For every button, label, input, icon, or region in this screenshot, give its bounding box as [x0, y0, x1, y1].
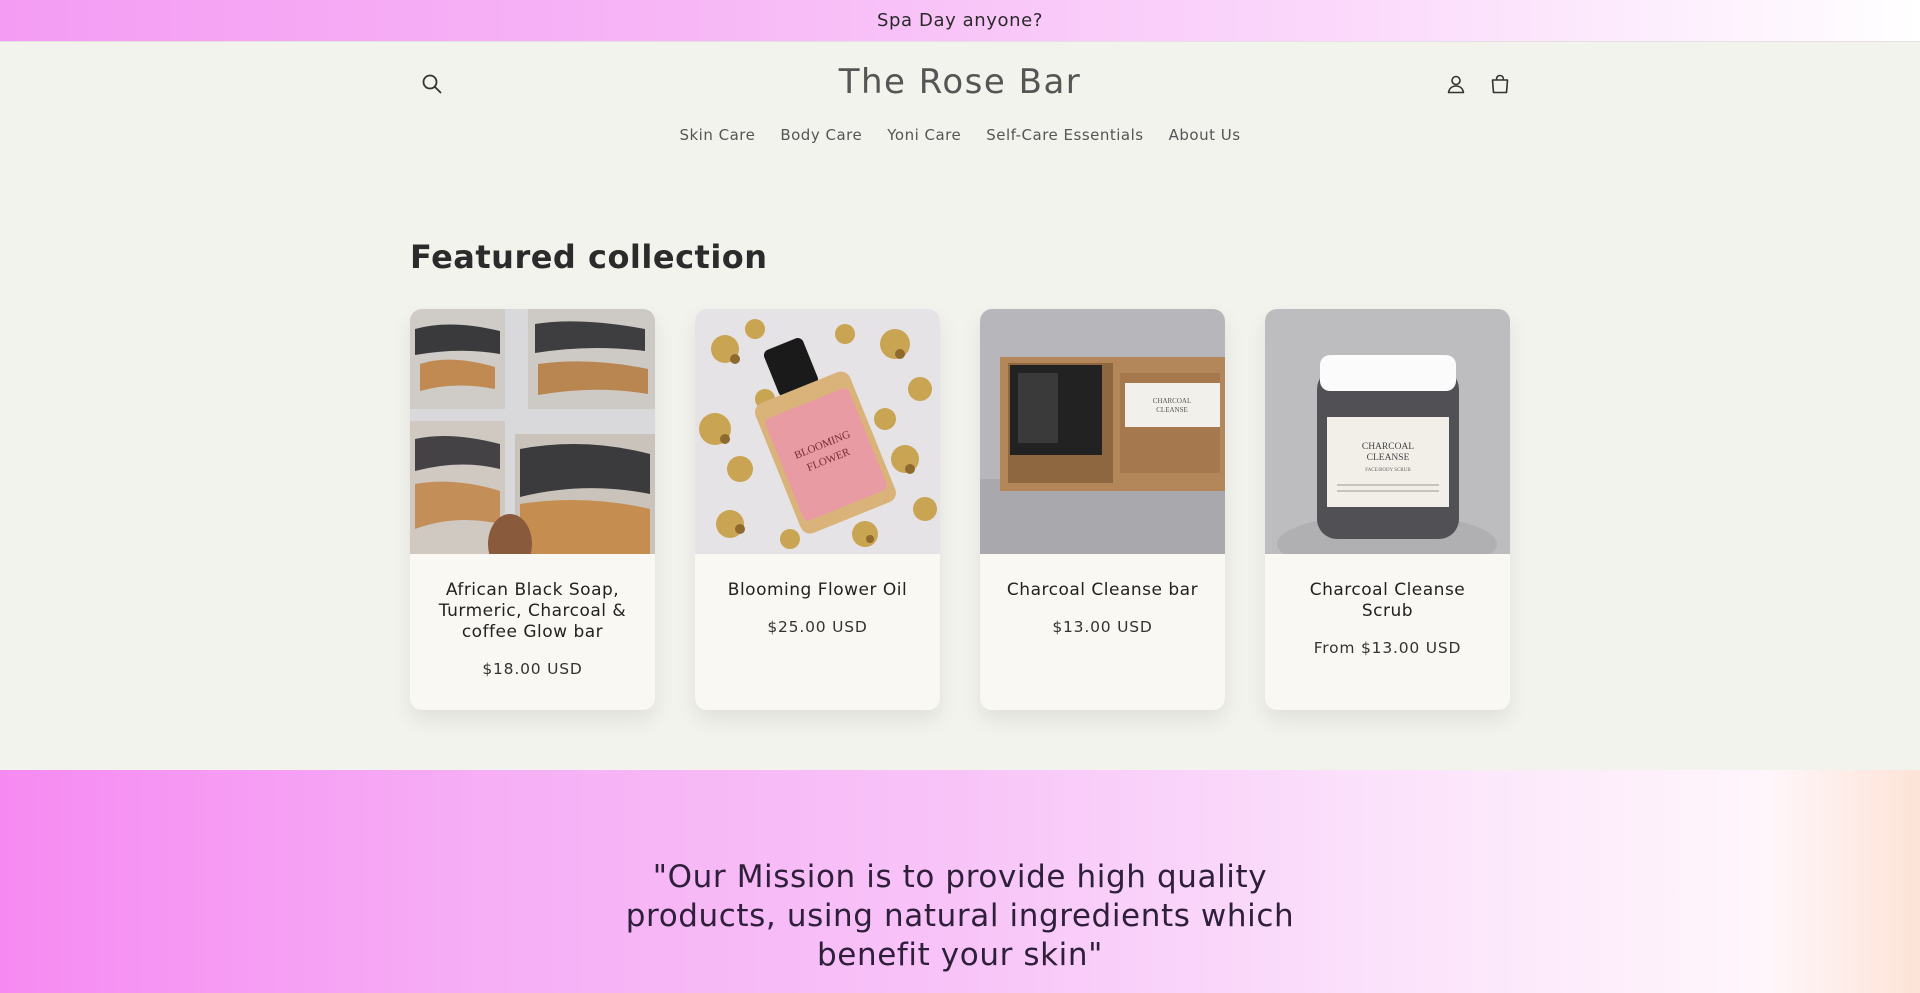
product-title[interactable]: Blooming Flower Oil: [713, 580, 922, 601]
nav-item-body-care[interactable]: Body Care: [780, 124, 862, 146]
product-price: $25.00 USD: [767, 618, 868, 636]
nav-item-yoni-care[interactable]: Yoni Care: [887, 124, 961, 146]
product-image[interactable]: CHARCOAL CLEANSE FACE/BODY SCRUB: [1265, 309, 1510, 554]
product-image[interactable]: CHARCOAL CLEANSE: [980, 309, 1225, 554]
product-image[interactable]: BLOOMING FLOWER: [695, 309, 940, 554]
svg-text:CHARCOAL: CHARCOAL: [1362, 442, 1414, 452]
product-image[interactable]: [410, 309, 655, 554]
product-title[interactable]: Charcoal Cleanse bar: [998, 580, 1207, 601]
svg-text:FACE/BODY SCRUB: FACE/BODY SCRUB: [1365, 468, 1411, 473]
site-logo[interactable]: The Rose Bar: [0, 62, 1920, 102]
cart-icon: [1491, 74, 1509, 94]
product-card[interactable]: BLOOMING FLOWER Blooming Flower Oil $25.…: [695, 309, 940, 710]
product-title[interactable]: African Black Soap, Turmeric, Charcoal &…: [428, 580, 637, 643]
nav-item-self-care-essentials[interactable]: Self-Care Essentials: [986, 124, 1143, 146]
product-price: From $13.00 USD: [1313, 639, 1462, 657]
product-title[interactable]: Charcoal Cleanse Scrub: [1283, 580, 1492, 622]
product-card[interactable]: African Black Soap, Turmeric, Charcoal &…: [410, 309, 655, 710]
user-icon: [1447, 75, 1465, 94]
svg-text:CLEANSE: CLEANSE: [1367, 453, 1410, 463]
nav-item-skin-care[interactable]: Skin Care: [679, 124, 755, 146]
section-title: Featured collection: [410, 238, 768, 276]
mission-banner: "Our Mission is to provide high quality …: [0, 770, 1920, 993]
announcement-bar: Spa Day anyone?: [0, 0, 1920, 42]
announcement-text: Spa Day anyone?: [876, 10, 1043, 31]
mission-statement: "Our Mission is to provide high quality …: [625, 859, 1295, 973]
cart-button[interactable]: [1486, 70, 1514, 98]
svg-text:CHARCOAL: CHARCOAL: [1153, 397, 1192, 405]
account-button[interactable]: [1442, 70, 1470, 98]
nav-item-about-us[interactable]: About Us: [1169, 124, 1241, 146]
product-price: $13.00 USD: [1052, 618, 1153, 636]
product-price: $18.00 USD: [482, 660, 583, 678]
product-card[interactable]: CHARCOAL CLEANSE Charcoal Cleanse bar $1…: [980, 309, 1225, 710]
main-nav: Skin Care Body Care Yoni Care Self-Care …: [0, 124, 1920, 146]
product-card[interactable]: CHARCOAL CLEANSE FACE/BODY SCRUB Charcoa…: [1265, 309, 1510, 710]
site-header: The Rose Bar Skin Care Body Care Yoni Ca…: [0, 42, 1920, 174]
svg-text:CLEANSE: CLEANSE: [1156, 406, 1188, 414]
